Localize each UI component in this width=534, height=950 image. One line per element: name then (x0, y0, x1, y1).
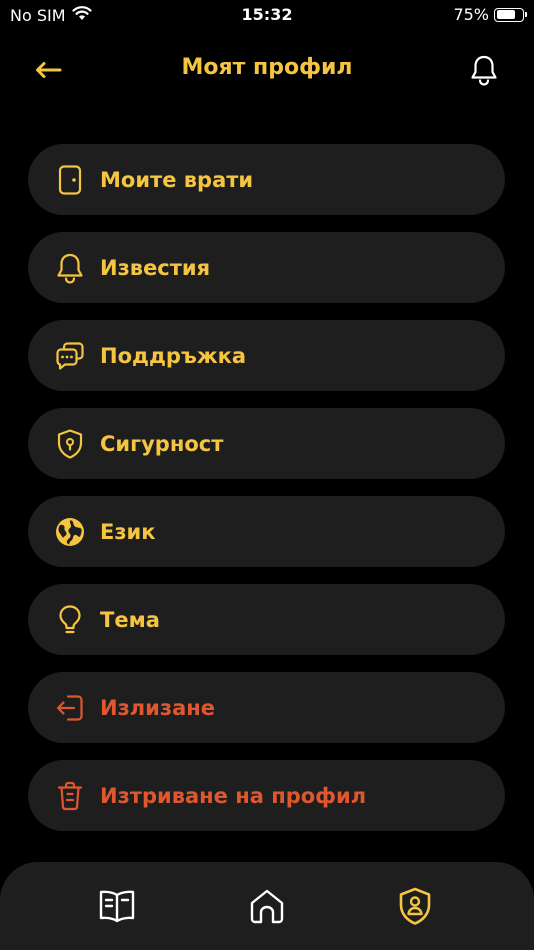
lightbulb-icon (54, 604, 86, 636)
status-bar: No SIM 15:32 75% (0, 0, 534, 30)
menu-item-theme[interactable]: Тема (28, 584, 505, 655)
battery-icon (494, 7, 527, 22)
menu-item-notifications[interactable]: Известия (28, 232, 505, 303)
nav-home-button[interactable] (245, 884, 289, 928)
menu-item-label: Излизане (100, 695, 215, 720)
menu-item-my-doors[interactable]: Моите врати (28, 144, 505, 215)
bell-icon (54, 252, 86, 284)
bell-icon (471, 55, 497, 86)
home-icon (250, 889, 284, 924)
profile-menu: Моите врати Известия Поддръжка Сигурност… (28, 144, 505, 848)
shield-lock-icon (54, 428, 86, 460)
battery-fill (496, 10, 515, 19)
menu-item-label: Сигурност (100, 431, 224, 456)
header: Моят профил (0, 40, 534, 100)
status-right: 75% (453, 5, 527, 24)
nav-book-button[interactable] (95, 884, 139, 928)
profile-shield-icon (399, 887, 431, 925)
logout-icon (54, 692, 86, 724)
menu-item-security[interactable]: Сигурност (28, 408, 505, 479)
menu-item-label: Изтриване на профил (100, 783, 367, 808)
battery-percent: 75% (453, 5, 489, 24)
book-icon (99, 890, 135, 923)
menu-item-label: Език (100, 519, 156, 544)
page-title: Моят профил (181, 55, 353, 80)
chat-bubbles-icon (54, 340, 86, 372)
menu-item-label: Поддръжка (100, 343, 247, 368)
nav-profile-button[interactable] (393, 884, 437, 928)
menu-item-label: Тема (100, 607, 160, 632)
menu-item-logout[interactable]: Излизане (28, 672, 505, 743)
menu-item-support[interactable]: Поддръжка (28, 320, 505, 391)
menu-item-delete-profile[interactable]: Изтриване на профил (28, 760, 505, 831)
door-icon (54, 164, 86, 196)
menu-item-label: Известия (100, 255, 211, 280)
bottom-navigation (0, 862, 534, 950)
globe-icon (54, 516, 86, 548)
menu-item-language[interactable]: Език (28, 496, 505, 567)
menu-item-label: Моите врати (100, 167, 254, 192)
notifications-button[interactable] (464, 50, 504, 90)
trash-icon (54, 780, 86, 812)
